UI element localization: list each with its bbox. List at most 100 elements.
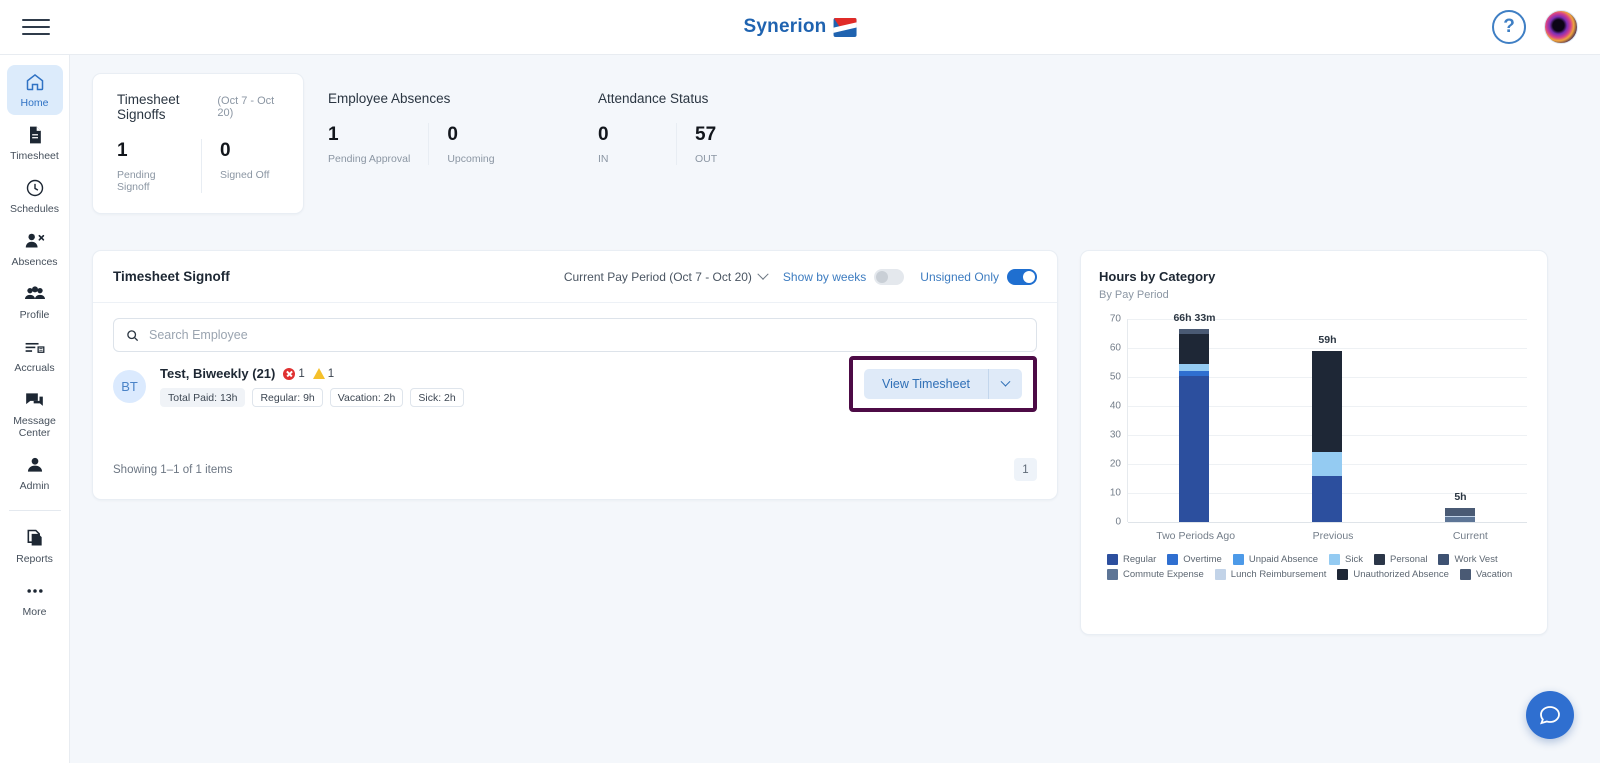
chart-y-tick: 70	[1109, 313, 1121, 325]
error-count: 1	[298, 367, 305, 380]
chart-legend-item[interactable]: Unauthorized Absence	[1337, 569, 1449, 580]
copy-icon	[27, 529, 42, 546]
list-icon	[25, 342, 45, 353]
sidebar-item-label: Message Center	[13, 415, 56, 439]
kpi-stat: 1 Pending Approval	[328, 123, 428, 165]
chart-legend-swatch	[1167, 554, 1179, 565]
view-timesheet-button[interactable]: View Timesheet	[864, 369, 988, 399]
avatar[interactable]	[1544, 10, 1578, 44]
employee-info: Test, Biweekly (21) 1 1 Total Paid: 13h …	[160, 366, 464, 407]
kpi-card-employee-absences: Employee Absences 1 Pending Approval 0 U…	[304, 73, 574, 185]
warning-badge: 1	[312, 368, 334, 380]
chart-legend-label: Sick	[1345, 554, 1363, 565]
chart-legend-item[interactable]: Vacation	[1459, 569, 1512, 580]
sidebar-item-reports[interactable]: Reports	[7, 521, 63, 571]
chip-regular: Regular: 9h	[252, 388, 323, 407]
chart-bar-segment	[1312, 350, 1343, 453]
table-row: BT Test, Biweekly (21) 1 1 Total Paid: 1…	[93, 352, 1057, 412]
show-by-weeks-label: Show by weeks	[782, 269, 867, 284]
kpi-title: Attendance Status	[598, 91, 709, 106]
home-icon	[26, 73, 43, 91]
chart-y-tick: 40	[1109, 400, 1121, 412]
chart-bar-segment	[1179, 333, 1210, 364]
top-bar: Synerion ?	[0, 0, 1600, 55]
chart-bar-value-label: 59h	[1318, 333, 1337, 346]
sidebar-item-label: Profile	[19, 309, 50, 321]
kpi-value: 0	[447, 124, 458, 145]
view-timesheet-dropdown-button[interactable]	[988, 369, 1022, 399]
chart-bar-stack	[1179, 329, 1210, 522]
kpi-stat: 0 Upcoming	[428, 123, 506, 165]
kpi-value: 1	[117, 140, 128, 161]
sidebar-item-admin[interactable]: Admin	[7, 448, 63, 498]
chart-x-tick: Current	[1452, 530, 1488, 542]
chart-bar-column[interactable]: 66h 33m	[1128, 312, 1261, 522]
chart-title: Hours by Category	[1099, 269, 1216, 284]
unsigned-only-label: Unsigned Only	[920, 269, 999, 284]
chart-bar-segment	[1312, 452, 1343, 476]
chart-legend-swatch	[1438, 554, 1450, 565]
chart-legend-item[interactable]: Unpaid Absence	[1232, 554, 1318, 565]
unsigned-only-toggle[interactable]	[1007, 268, 1037, 285]
kpi-label: Pending Signoff	[117, 169, 156, 193]
sidebar-item-more[interactable]: More	[7, 574, 63, 624]
employee-name: Test, Biweekly (21)	[160, 366, 276, 381]
chat-bubble-icon[interactable]	[1526, 691, 1574, 739]
chart-legend-item[interactable]: Personal	[1373, 554, 1427, 565]
document-icon	[29, 126, 41, 144]
kpi-card-attendance-status: Attendance Status 0 IN 57 OUT	[574, 73, 804, 185]
sidebar-item-label: Schedules	[9, 203, 60, 215]
kpi-value: 0	[598, 124, 609, 145]
chart-legend-item[interactable]: Work Vest	[1438, 554, 1498, 565]
chart-legend: Regular Overtime Unpaid Absence Sick Persona…	[1099, 554, 1529, 580]
sidebar-item-label: Timesheet	[10, 150, 59, 162]
show-by-weeks-toggle[interactable]	[874, 268, 905, 285]
person-icon	[27, 457, 42, 472]
sidebar-item-timesheet[interactable]: Timesheet	[7, 118, 63, 168]
sidebar-item-label: Absences	[11, 256, 58, 268]
brand-logo: Synerion	[744, 16, 857, 38]
sidebar-item-accruals[interactable]: Accruals	[7, 330, 63, 380]
search-input[interactable]	[149, 328, 1024, 342]
chevron-down-icon	[1000, 376, 1011, 387]
pay-period-select[interactable]: Current Pay Period (Oct 7 - Oct 20)	[564, 268, 769, 284]
page-title: Timesheet Signoff	[113, 269, 230, 284]
view-timesheet-highlight: View Timesheet	[848, 356, 1037, 412]
sidebar-item-label: Admin	[19, 480, 50, 492]
search-employee-box[interactable]	[113, 318, 1037, 352]
chart-bar-column[interactable]: 59h	[1261, 319, 1394, 522]
chart-bar-column[interactable]: 5h	[1394, 319, 1527, 522]
kpi-label: IN	[598, 153, 609, 165]
kpi-stat: 57 OUT	[676, 123, 754, 165]
hamburger-icon[interactable]	[22, 16, 50, 38]
chart-y-axis: 0 10 20 30 40 50 60 70	[1099, 314, 1125, 528]
chart-bar-segment	[1179, 363, 1210, 372]
chart-legend-label: Regular	[1123, 554, 1157, 565]
chart-grid-line	[1128, 522, 1527, 523]
chart-legend-swatch	[1373, 554, 1385, 565]
sidebar-item-label: More	[22, 606, 47, 618]
chart-legend-item[interactable]: Lunch Reimbursement	[1214, 569, 1326, 580]
chart-legend-item[interactable]: Overtime	[1167, 554, 1222, 565]
main-content: Timesheet Signoffs (Oct 7 - Oct 20) 1 Pe…	[70, 55, 1600, 763]
help-icon[interactable]: ?	[1492, 10, 1526, 44]
sidebar-item-schedules[interactable]: Schedules	[7, 171, 63, 221]
sidebar-item-message-center[interactable]: Message Center	[7, 383, 63, 445]
chart-legend-item[interactable]: Regular	[1107, 554, 1156, 565]
top-right-actions: ?	[1492, 10, 1578, 44]
sidebar-item-absences[interactable]: Absences	[7, 224, 63, 274]
chart-subtitle: By Pay Period	[1099, 289, 1169, 301]
chart-legend-swatch	[1107, 569, 1118, 580]
chart-legend-item[interactable]: Commute Expense	[1107, 569, 1204, 580]
sidebar-item-home[interactable]: Home	[6, 65, 63, 115]
chart-grid: 66h 33m 59h 5h	[1127, 312, 1527, 523]
pagination-page-1[interactable]: 1	[1014, 458, 1037, 481]
sidebar-item-label: Accruals	[14, 362, 55, 374]
chip-sick: Sick: 2h	[410, 388, 464, 407]
kpi-stat: 0 IN	[598, 123, 676, 165]
chart-y-tick: 0	[1115, 516, 1121, 528]
sidebar-item-profile[interactable]: Profile	[7, 277, 63, 327]
show-by-weeks-toggle-group: Show by weeks	[782, 268, 905, 285]
chart-legend-item[interactable]: Sick	[1329, 554, 1363, 565]
ellipsis-icon	[26, 589, 43, 593]
